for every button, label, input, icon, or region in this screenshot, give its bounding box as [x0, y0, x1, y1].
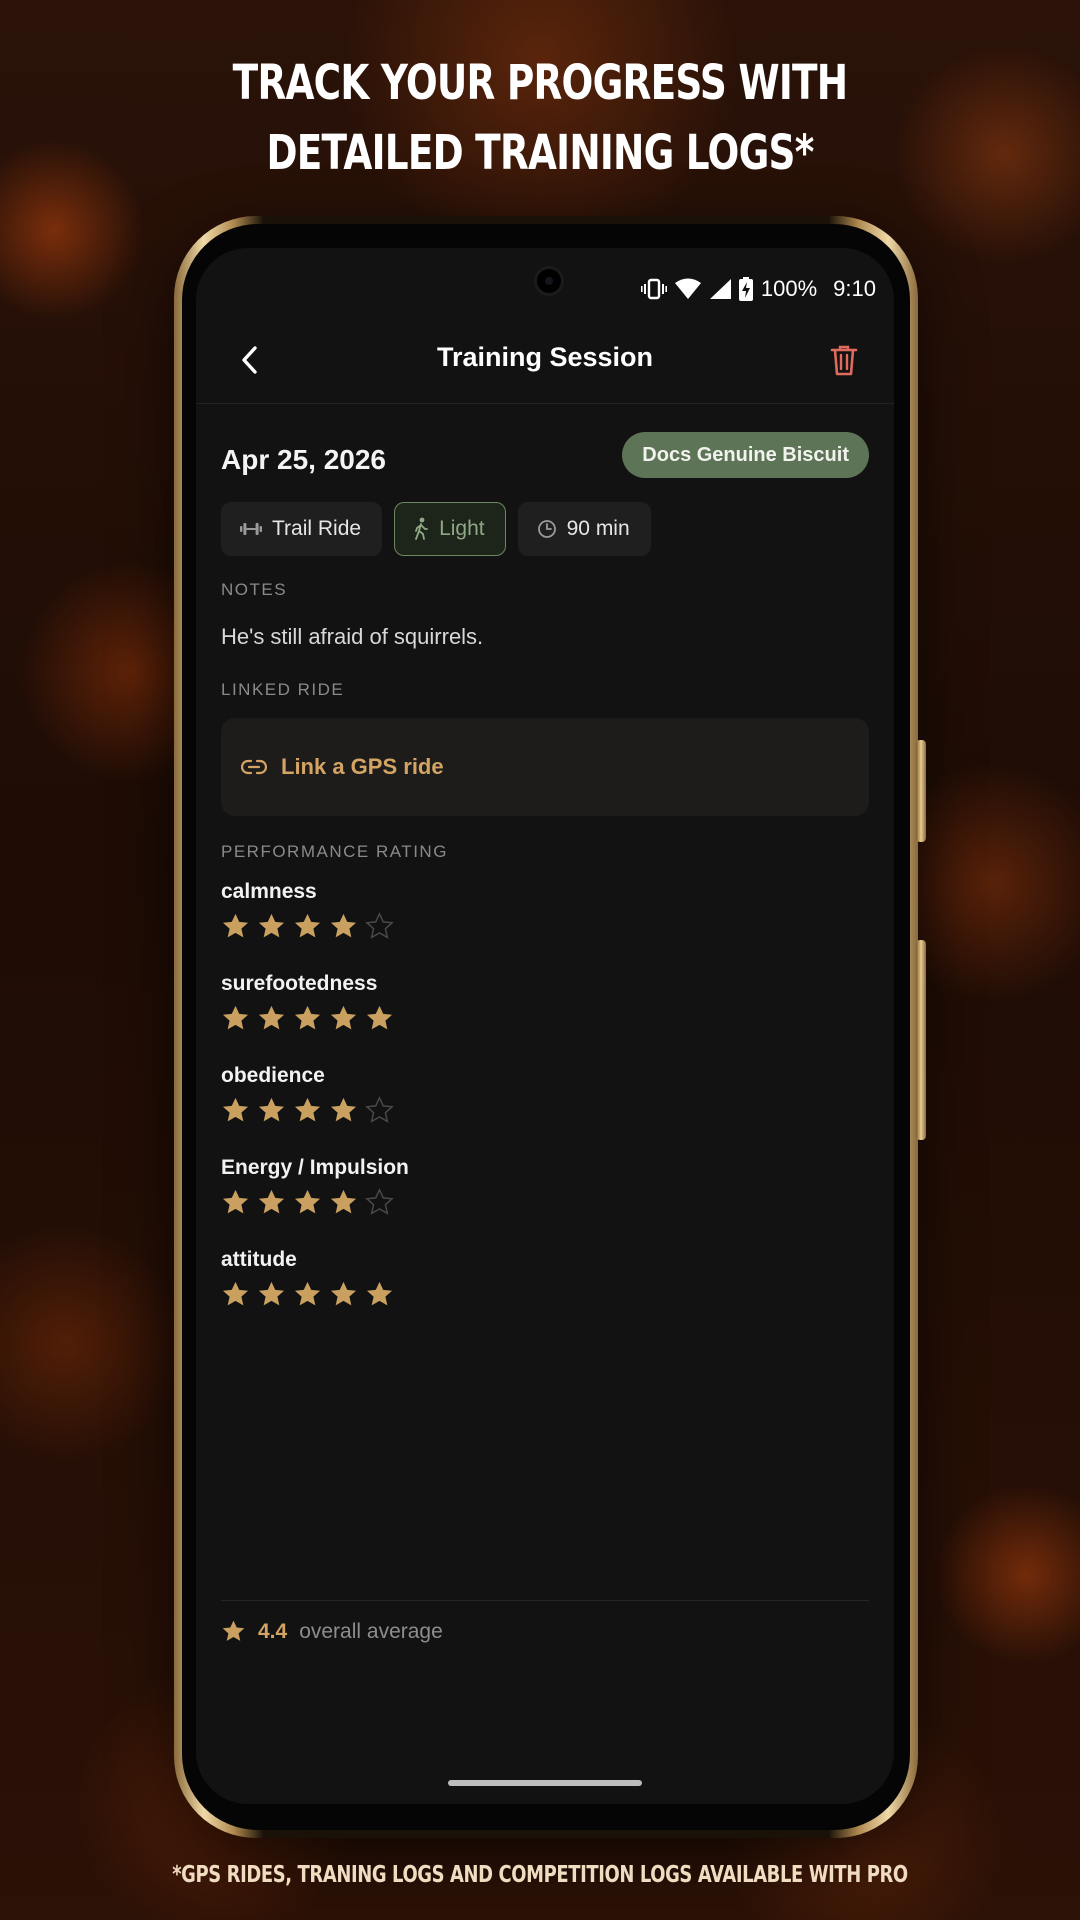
front-camera [534, 266, 564, 296]
app-screen: 100% 9:10 Training Session Apr 25, 2026 … [196, 248, 894, 1804]
session-date: Apr 25, 2026 [221, 444, 386, 475]
chip-duration-label: 90 min [566, 517, 630, 540]
chip-intensity-label: Light [439, 517, 485, 540]
star-rating[interactable] [221, 1004, 869, 1033]
notes-label: NOTES [221, 580, 288, 599]
wifi-icon [674, 278, 701, 299]
clock-time: 9:10 [833, 276, 876, 301]
walk-icon [415, 517, 428, 540]
star-filled-icon[interactable] [293, 1096, 322, 1125]
star-filled-icon[interactable] [221, 1096, 250, 1125]
star-filled-icon[interactable] [221, 912, 250, 941]
signal-icon [709, 279, 731, 299]
vibrate-icon [640, 278, 667, 300]
app-bar: Training Session [196, 318, 894, 404]
notes-text: He's still afraid of squirrels. [221, 624, 484, 649]
star-filled-icon[interactable] [329, 1096, 358, 1125]
session-chips: Trail Ride Light 90 min [221, 502, 651, 556]
star-filled-icon[interactable] [257, 1004, 286, 1033]
rating-row: obedience [221, 1064, 869, 1125]
chip-activity-type[interactable]: Trail Ride [221, 502, 383, 556]
home-indicator[interactable] [448, 1780, 642, 1786]
average-value: 4.4 [258, 1619, 288, 1643]
star-empty-icon[interactable] [365, 1096, 394, 1125]
star-filled-icon[interactable] [257, 912, 286, 941]
star-filled-icon[interactable] [293, 1004, 322, 1033]
star-filled-icon[interactable] [293, 912, 322, 941]
page-title: Training Session [436, 342, 654, 372]
linked-ride-label: LINKED RIDE [221, 680, 345, 699]
star-rating[interactable] [221, 912, 869, 941]
link-gps-ride-label: Link a GPS ride [281, 754, 444, 779]
rating-row: Energy / Impulsion [221, 1156, 869, 1217]
star-filled-icon[interactable] [221, 1280, 250, 1309]
rating-name: obedience [221, 1064, 325, 1087]
clock-icon [537, 520, 556, 538]
promo-headline: TRACK YOUR PROGRESS WITH DETAILED TRAINI… [119, 48, 961, 188]
star-filled-icon[interactable] [365, 1280, 394, 1309]
volume-button [916, 740, 926, 842]
chip-activity-label: Trail Ride [272, 517, 362, 540]
overall-average: 4.4 overall average [221, 1619, 443, 1644]
rating-row: calmness [221, 880, 869, 941]
promo-headline-line2: DETAILED TRAINING LOGS* [266, 125, 814, 181]
rating-row: attitude [221, 1248, 869, 1309]
star-filled-icon[interactable] [257, 1096, 286, 1125]
link-gps-ride-button[interactable]: Link a GPS ride [221, 718, 869, 816]
rating-name: surefootedness [221, 972, 378, 995]
performance-rating-label: PERFORMANCE RATING [221, 842, 448, 861]
promo-footnote: *GPS RIDES, TRANING LOGS AND COMPETITION… [172, 1862, 908, 1888]
star-filled-icon[interactable] [221, 1188, 250, 1217]
star-filled-icon[interactable] [329, 1188, 358, 1217]
battery-percent: 100% [760, 276, 818, 301]
delete-button[interactable] [824, 340, 864, 380]
star-empty-icon[interactable] [365, 912, 394, 941]
star-filled-icon[interactable] [329, 1280, 358, 1309]
star-rating[interactable] [221, 1188, 869, 1217]
star-filled-icon[interactable] [293, 1188, 322, 1217]
star-filled-icon[interactable] [293, 1280, 322, 1309]
star-filled-icon[interactable] [257, 1188, 286, 1217]
star-filled-icon[interactable] [257, 1280, 286, 1309]
star-icon [222, 1620, 245, 1641]
rating-row: surefootedness [221, 972, 869, 1033]
divider [221, 1600, 869, 1601]
star-filled-icon[interactable] [329, 912, 358, 941]
rating-name: calmness [221, 880, 317, 903]
power-button [916, 940, 926, 1140]
rating-name: attitude [221, 1248, 297, 1271]
link-icon [241, 759, 267, 775]
chip-duration[interactable]: 90 min [517, 502, 651, 556]
star-filled-icon[interactable] [329, 1004, 358, 1033]
star-filled-icon[interactable] [221, 1004, 250, 1033]
rating-name: Energy / Impulsion [221, 1156, 409, 1179]
promo-headline-line1: TRACK YOUR PROGRESS WITH [232, 55, 848, 111]
dumbbell-icon [240, 523, 262, 535]
star-rating[interactable] [221, 1280, 869, 1309]
battery-charging-icon [738, 277, 753, 301]
trash-icon [830, 345, 858, 376]
average-label: overall average [299, 1619, 443, 1643]
status-bar: 100% 9:10 [640, 274, 876, 304]
star-empty-icon[interactable] [365, 1188, 394, 1217]
star-filled-icon[interactable] [365, 1004, 394, 1033]
horse-badge[interactable]: Docs Genuine Biscuit [622, 432, 869, 478]
chip-intensity[interactable]: Light [394, 502, 506, 556]
star-rating[interactable] [221, 1096, 869, 1125]
